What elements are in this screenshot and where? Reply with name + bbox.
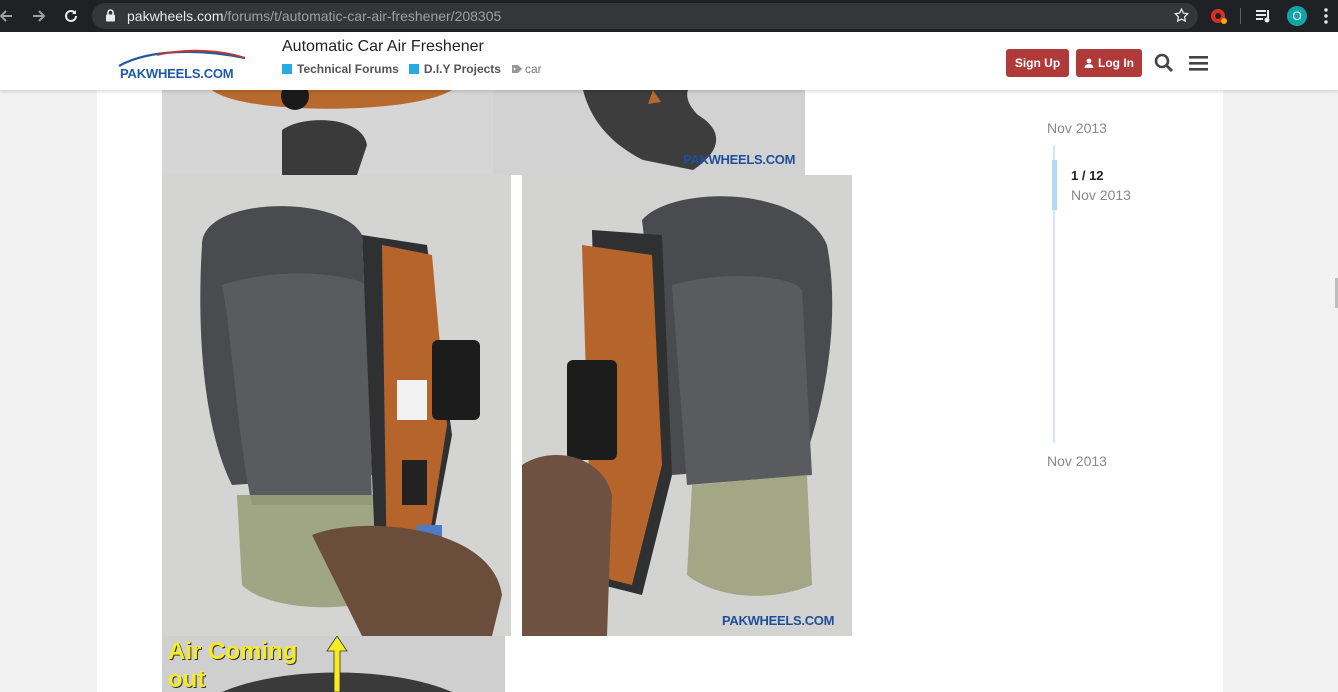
category-color-swatch (282, 64, 292, 74)
user-icon (1084, 58, 1094, 68)
menu-dots-icon[interactable] (1314, 4, 1338, 28)
forward-arrow-icon[interactable] (27, 4, 51, 28)
profile-initial: O (1287, 6, 1307, 26)
extension-icon[interactable] (1207, 4, 1231, 28)
image-caption: Air Coming out (168, 638, 298, 692)
search-icon[interactable] (1153, 52, 1175, 74)
address-bar[interactable]: pakwheels.com/forums/t/automatic-car-air… (92, 3, 1198, 29)
profile-avatar[interactable]: O (1285, 4, 1309, 28)
tag-car[interactable]: car (511, 62, 542, 76)
category-color-swatch (408, 64, 419, 74)
reload-icon[interactable] (59, 4, 83, 28)
post-image[interactable] (162, 90, 493, 175)
watermark-logo: PAKWHEELS.COM (683, 152, 796, 167)
back-arrow-icon[interactable] (0, 4, 18, 28)
timeline-scroll-handle[interactable] (1052, 160, 1057, 210)
tag-icon (511, 65, 522, 73)
log-in-button[interactable]: Log In (1076, 49, 1142, 77)
lock-icon (105, 9, 116, 27)
timeline-end-date[interactable]: Nov 2013 (1047, 453, 1107, 469)
post-image[interactable] (162, 175, 511, 636)
topic-title[interactable]: Automatic Car Air Freshener (282, 38, 484, 56)
toolbar-divider (1240, 8, 1241, 24)
category-diy-projects[interactable]: D.I.Y Projects (408, 62, 501, 76)
sign-up-button[interactable]: Sign Up (1006, 49, 1069, 77)
post-image[interactable]: PAKWHEELS.COM (522, 175, 852, 636)
watermark-logo: PAKWHEELS.COM (722, 613, 835, 628)
post-image[interactable]: PAKWHEELS.COM (493, 90, 805, 175)
media-control-icon[interactable] (1252, 4, 1276, 28)
browser-toolbar: pakwheels.com/forums/t/automatic-car-air… (0, 0, 1338, 32)
url-text: pakwheels.com/forums/t/automatic-car-air… (127, 8, 502, 24)
hamburger-menu-icon[interactable] (1187, 52, 1209, 74)
site-header: PAKWHEELS.COM Automatic Car Air Freshene… (0, 32, 1338, 90)
timeline-position: 1 / 12 (1071, 168, 1104, 183)
timeline-start-date[interactable]: Nov 2013 (1047, 120, 1107, 136)
breadcrumb: Technical Forums D.I.Y Projects car (282, 62, 542, 76)
timeline-position-date: Nov 2013 (1071, 187, 1131, 203)
post-image[interactable]: Air Coming out (162, 636, 505, 692)
category-technical-forums[interactable]: Technical Forums (282, 62, 399, 76)
star-icon[interactable] (1173, 7, 1190, 29)
pakwheels-logo[interactable]: PAKWHEELS.COM (117, 46, 257, 82)
